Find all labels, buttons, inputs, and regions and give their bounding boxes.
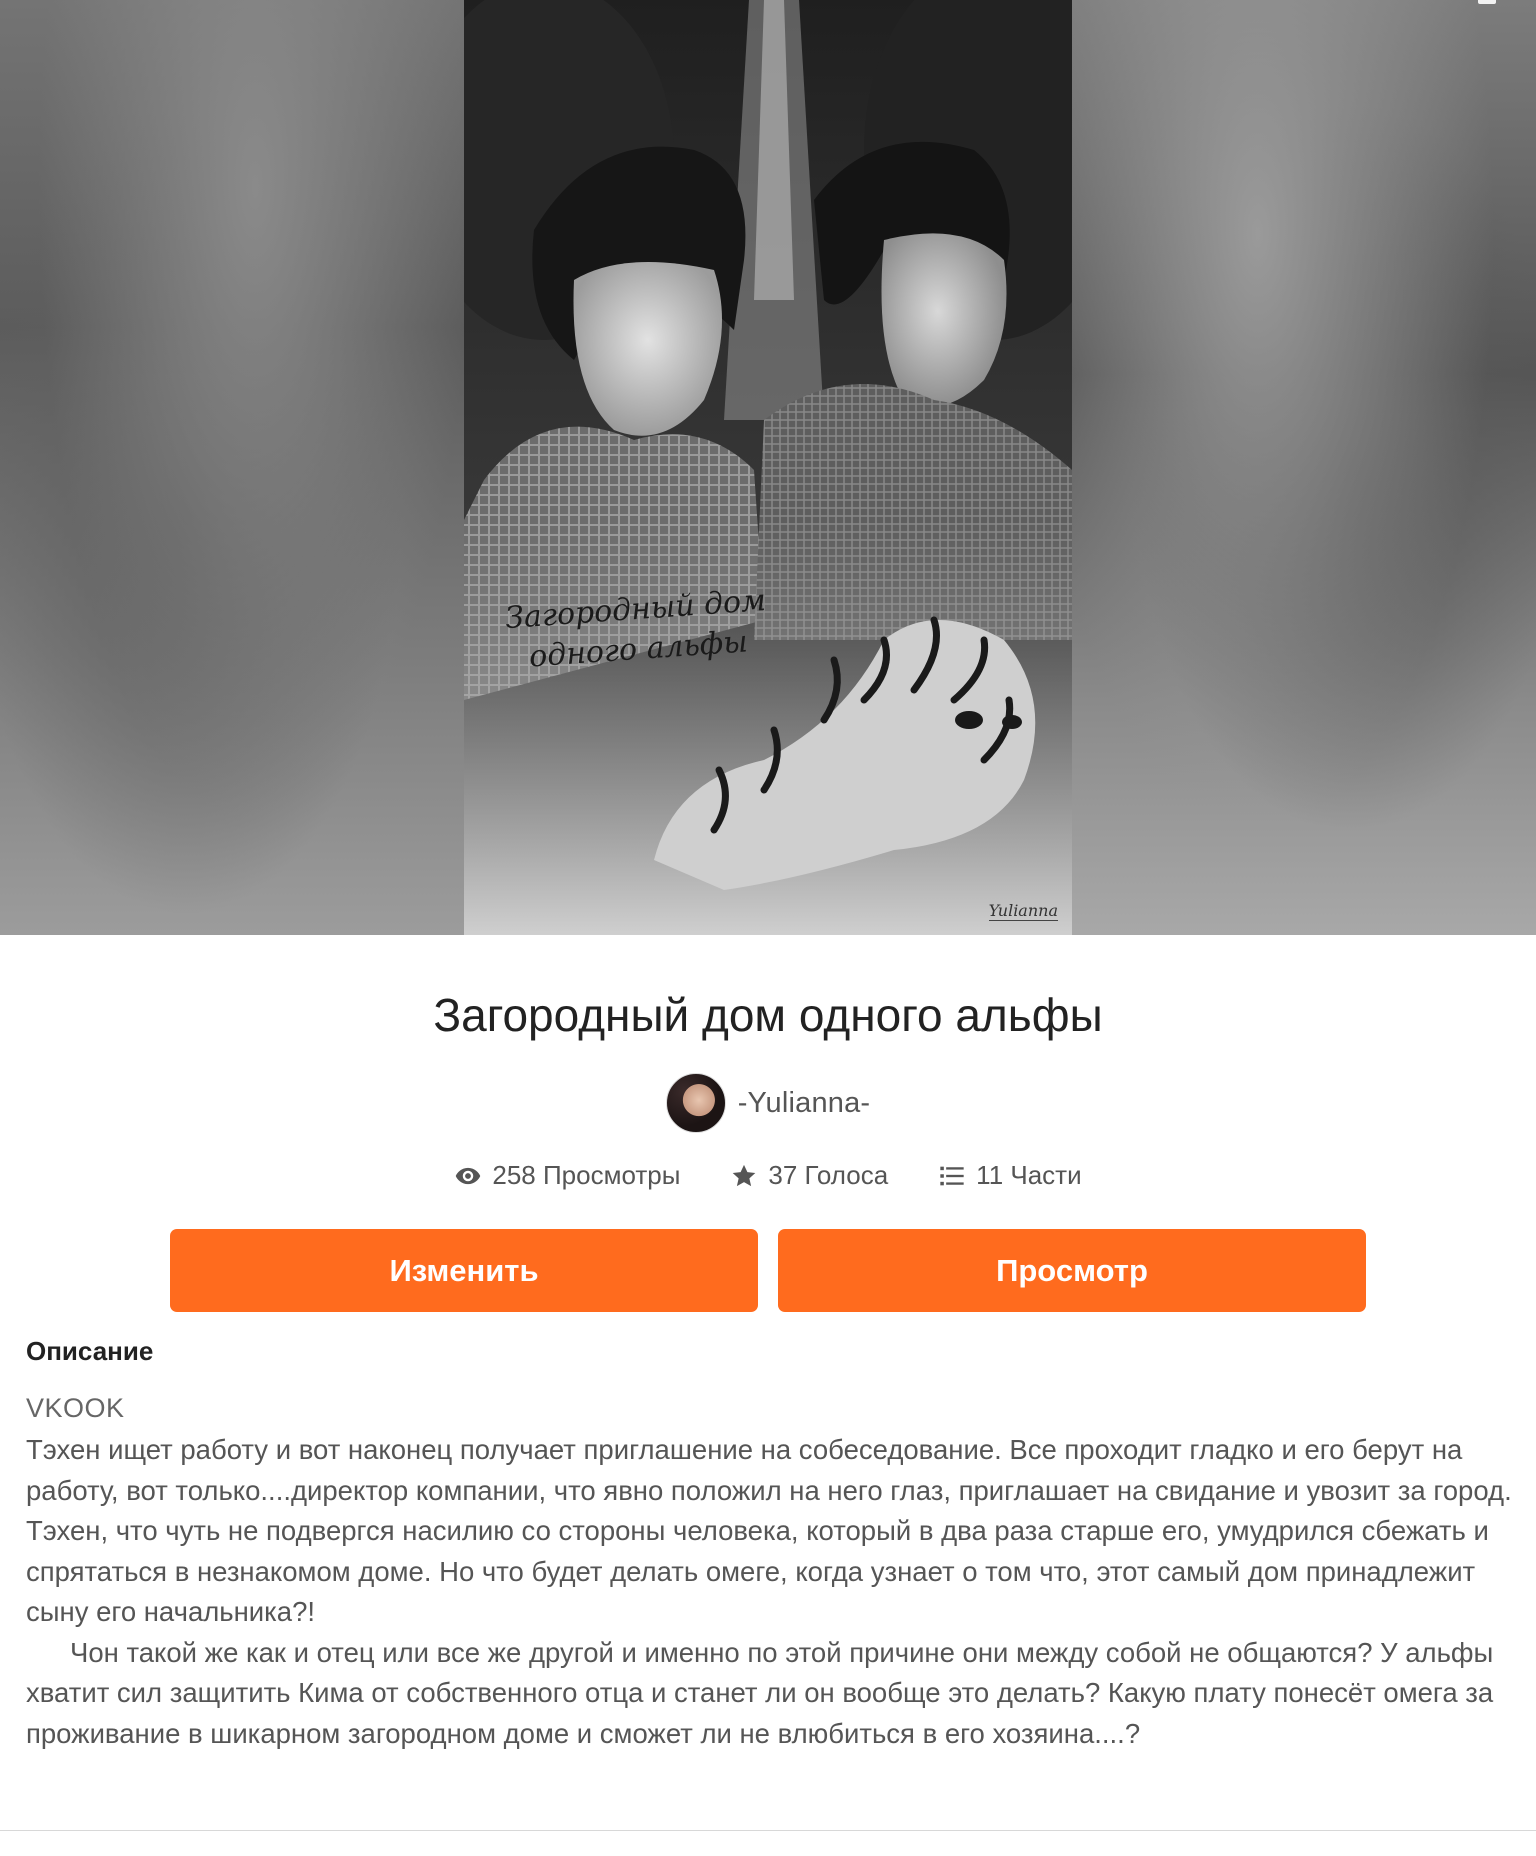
votes-count: 37 Голоса: [768, 1160, 889, 1190]
status-mark: [1478, 0, 1496, 4]
eye-icon: [456, 1167, 481, 1184]
description-tag: VKOOK: [26, 1393, 125, 1423]
description-heading: Описание: [26, 1336, 154, 1366]
author-row[interactable]: -Yulianna-: [0, 1073, 1536, 1133]
cover-backdrop-right: [1072, 0, 1536, 935]
description-paragraph: Тэхен ищет работу и вот наконец получает…: [26, 1434, 1512, 1627]
author-avatar[interactable]: [665, 1073, 726, 1133]
story-title: Загородный дом одного альфы: [433, 989, 1103, 1041]
stat-parts: 11 Части: [938, 1160, 1082, 1191]
view-button[interactable]: Просмотр: [778, 1229, 1366, 1312]
list-icon: [940, 1166, 964, 1185]
stat-views: 258 Просмотры: [454, 1160, 680, 1191]
cover-artwork: [464, 0, 1072, 935]
divider: [0, 1830, 1536, 1831]
cover-hero: Загородный дом одного альфы Yulianna: [0, 0, 1536, 935]
edit-button[interactable]: Изменить: [170, 1229, 758, 1312]
stat-votes: 37 Голоса: [730, 1160, 888, 1191]
cover-image[interactable]: Загородный дом одного альфы Yulianna: [464, 0, 1072, 935]
author-name[interactable]: -Yulianna-: [738, 1087, 871, 1120]
cover-signature: Yulianna: [988, 901, 1058, 921]
cover-backdrop-left: [0, 0, 464, 935]
views-count: 258 Просмотры: [492, 1160, 681, 1190]
parts-count: 11 Части: [976, 1160, 1082, 1190]
action-buttons: Изменить Просмотр: [170, 1229, 1366, 1312]
star-icon: [733, 1164, 756, 1186]
description-text: Тэхен ищет работу и вот наконец получает…: [26, 1430, 1516, 1754]
description-paragraph: Чон такой же как и отец или все же друго…: [26, 1636, 1494, 1749]
story-stats: 258 Просмотры 37 Голоса 11 Части: [0, 1160, 1536, 1191]
